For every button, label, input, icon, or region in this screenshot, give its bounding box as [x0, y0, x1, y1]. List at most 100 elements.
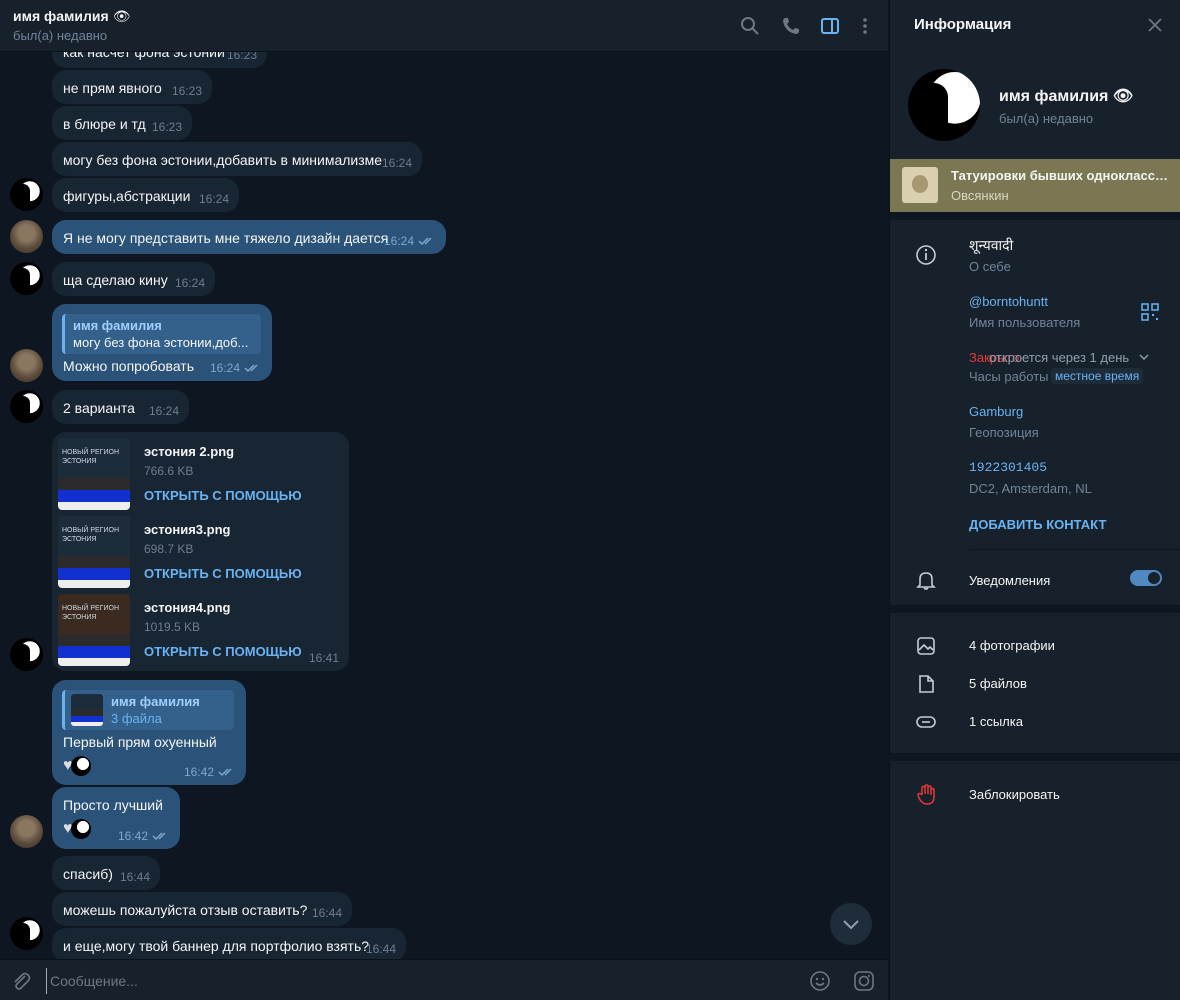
local-time-toggle[interactable]: местное время — [1051, 368, 1144, 384]
open-with-link[interactable]: ОТКРЫТЬ С ПОМОЩЬЮ — [144, 644, 302, 659]
file-thumbnail[interactable]: НОВЫЙ РЕГИОН ЭСТОНИЯ — [58, 594, 130, 666]
message-bubble[interactable]: 2 варианта 16:24 — [52, 390, 189, 424]
close-icon[interactable] — [1144, 14, 1166, 36]
pinned-channel-title: Татуировки бывших одноклассников — [951, 168, 1173, 183]
business-hours-value[interactable]: Закрыто откроется через 1 день — [969, 350, 1149, 365]
photos-row[interactable]: 4 фотографии — [890, 627, 1180, 665]
message-text: Можно попробовать — [63, 358, 195, 374]
contact-avatar[interactable] — [10, 390, 43, 423]
open-with-link[interactable]: ОТКРЫТЬ С ПОМОЩЬЮ — [144, 488, 302, 503]
reply-text: 3 файла — [111, 711, 162, 726]
reaction-badge[interactable]: ♥ — [63, 818, 91, 840]
files-message-bubble[interactable]: НОВЫЙ РЕГИОН ЭСТОНИЯ эстония 2.png 766.6… — [52, 432, 349, 671]
eye-emoji: 👁 — [112, 8, 131, 24]
message-time: 16:24 — [148, 404, 179, 418]
open-with-link[interactable]: ОТКРЫТЬ С ПОМОЩЬЮ — [144, 566, 302, 581]
message-time: 16:24 — [383, 234, 414, 248]
message-time: 16:44 — [365, 942, 396, 956]
emoji-icon[interactable] — [809, 970, 831, 992]
message-list[interactable]: как насчет фона эстонии 16:23 не прям яв… — [0, 52, 888, 959]
telegram-window: имя фамилия 👁 был(а) недавно как насчет ф… — [0, 0, 1180, 1000]
contact-avatar[interactable] — [10, 638, 43, 671]
reply-quote[interactable]: имя фамилия 3 файла — [62, 690, 234, 730]
message-bubble-outgoing[interactable]: Просто лучший ♥ 16:42 — [52, 787, 180, 849]
message-bubble-outgoing[interactable]: Я не могу представить мне тяжело дизайн … — [52, 220, 446, 254]
more-options-icon[interactable] — [853, 14, 877, 38]
panel-title: Информация — [914, 16, 1012, 33]
sidebar-toggle-icon[interactable] — [818, 14, 842, 38]
location-value[interactable]: Gamburg — [969, 404, 1023, 419]
reaction-badge[interactable]: ♥ — [63, 755, 91, 777]
phone-icon[interactable] — [779, 14, 803, 38]
profile-name: имя фамилия 👁 — [999, 88, 1134, 105]
file-attachment[interactable]: НОВЫЙ РЕГИОН ЭСТОНИЯ эстония4.png 1019.5… — [58, 594, 348, 668]
username-value[interactable]: @borntohuntt — [969, 294, 1048, 309]
info-icon — [914, 243, 938, 267]
chat-title[interactable]: имя фамилия 👁 — [13, 8, 130, 25]
read-ticks-icon — [152, 832, 166, 841]
reply-author: имя фамилия — [73, 318, 162, 333]
message-bubble[interactable]: можешь пожалуйста отзыв оставить? 16:44 — [52, 892, 352, 926]
reply-text: могу без фона эстонии,доб... — [73, 335, 249, 350]
message-bubble[interactable]: могу без фона эстонии,добавить в минимал… — [52, 142, 422, 176]
read-ticks-icon — [244, 364, 258, 373]
block-user-row[interactable]: Заблокировать — [890, 776, 1180, 814]
chat-pane: имя фамилия 👁 был(а) недавно как насчет ф… — [0, 0, 888, 1000]
message-bubble[interactable]: как насчет фона эстонии 16:23 — [52, 52, 267, 68]
file-size: 766.6 KB — [144, 464, 194, 478]
message-input[interactable] — [46, 968, 786, 994]
user-id-value[interactable]: 1922301405 — [969, 460, 1047, 475]
video-message-icon[interactable] — [853, 970, 875, 992]
pinned-channel-subtitle: Овсянкин — [951, 188, 1009, 203]
reply-author: имя фамилия — [111, 694, 200, 709]
message-text: могу без фона эстонии,добавить в минимал… — [63, 152, 383, 168]
bio-value[interactable]: शून्यवादी — [969, 236, 1013, 255]
search-icon[interactable] — [738, 14, 762, 38]
file-thumbnail[interactable]: НОВЫЙ РЕГИОН ЭСТОНИЯ — [58, 516, 130, 588]
attach-icon[interactable] — [10, 970, 32, 992]
message-time: 16:24 — [381, 156, 412, 170]
chat-header[interactable]: имя фамилия 👁 был(а) недавно — [0, 0, 888, 52]
read-ticks-icon — [218, 768, 232, 777]
message-bubble[interactable]: не прям явного 16:23 — [52, 70, 212, 104]
file-thumbnail[interactable]: НОВЫЙ РЕГИОН ЭСТОНИЯ — [58, 438, 130, 510]
message-text: как насчет фона эстонии — [63, 52, 225, 60]
file-attachment[interactable]: НОВЫЙ РЕГИОН ЭСТОНИЯ эстония3.png 698.7 … — [58, 516, 348, 590]
pinned-channel-thumbnail — [902, 167, 938, 203]
reactor-avatar — [70, 756, 91, 776]
add-contact-button[interactable]: ДОБАВИТЬ КОНТАКТ — [969, 517, 1106, 532]
message-bubble[interactable]: фигуры,абстракции 16:24 — [52, 178, 239, 212]
contact-avatar[interactable] — [10, 262, 43, 295]
message-bubble[interactable]: в блюре и тд 16:23 — [52, 106, 192, 140]
contact-avatar[interactable] — [10, 917, 43, 950]
reply-thumbnail — [71, 694, 103, 726]
chat-status: был(а) недавно — [13, 28, 108, 43]
hand-stop-icon — [914, 783, 938, 807]
message-bubble-outgoing[interactable]: имя фамилия могу без фона эстонии,доб...… — [52, 304, 272, 381]
reply-quote[interactable]: имя фамилия могу без фона эстонии,доб... — [62, 314, 261, 354]
hours-opens-label: откроется через 1 день — [989, 350, 1130, 365]
message-bubble[interactable]: спасиб) 16:44 — [52, 856, 160, 890]
message-bubble[interactable]: и еще,могу твой баннер для портфолио взя… — [52, 928, 406, 959]
message-text: можешь пожалуйста отзыв оставить? — [63, 902, 308, 918]
qr-code-icon[interactable] — [1141, 303, 1159, 321]
my-avatar[interactable] — [10, 349, 43, 382]
scroll-to-bottom-button[interactable] — [830, 903, 872, 945]
block-user-label: Заблокировать — [969, 787, 1060, 802]
links-count: 1 ссылка — [969, 714, 1023, 729]
file-name: эстония4.png — [144, 600, 231, 615]
links-row[interactable]: 1 ссылка — [890, 703, 1180, 741]
files-row[interactable]: 5 файлов — [890, 665, 1180, 703]
message-text: фигуры,абстракции — [63, 188, 191, 204]
file-attachment[interactable]: НОВЫЙ РЕГИОН ЭСТОНИЯ эстония 2.png 766.6… — [58, 438, 348, 512]
contact-avatar[interactable] — [10, 178, 43, 211]
my-avatar[interactable] — [10, 220, 43, 253]
message-text: спасиб) — [63, 866, 113, 882]
pinned-channel[interactable]: Татуировки бывших одноклассников Овсянки… — [890, 159, 1180, 212]
notifications-toggle[interactable] — [1130, 570, 1162, 586]
info-panel: Информация имя фамилия 👁 был(а) недавно … — [889, 0, 1180, 1000]
my-avatar[interactable] — [10, 815, 43, 848]
message-bubble-outgoing[interactable]: имя фамилия 3 файла Первый прям охуенный… — [52, 680, 246, 785]
message-bubble[interactable]: ща сделаю кину 16:24 — [52, 262, 215, 296]
profile-avatar[interactable] — [908, 69, 980, 141]
